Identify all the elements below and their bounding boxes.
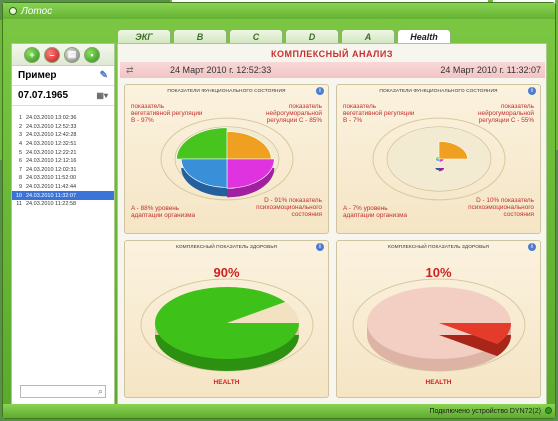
health-slice (155, 287, 299, 359)
session-date: 24.03.2010 12:42:28 (26, 132, 77, 139)
health-pie-chart (140, 278, 314, 372)
quadrant-a (180, 158, 228, 188)
quadrant-c (226, 131, 272, 160)
session-list-item[interactable]: 8 24.03.2010 11:52:00 (12, 174, 114, 183)
quadrant-pie-left (160, 117, 294, 201)
quadrant-d (226, 158, 275, 189)
print-icon[interactable]: ▤ (64, 46, 80, 63)
patient-panel: + – ▤ ▪ Пример ✎ 07.07.1965 ▦▾ 1 24.03.20… (11, 43, 115, 405)
patient-toolbar: + – ▤ ▪ (12, 44, 114, 66)
session-date: 24.03.2010 12:12:16 (26, 158, 77, 165)
page-title: КОМПЛЕКСНЫЙ АНАЛИЗ (271, 49, 393, 59)
session-number: 3 (18, 132, 22, 139)
functional-state-panel-right: ПОКАЗАТЕЛИ ФУНКЦИОНАЛЬНОГО СОСТОЯНИЯ i п… (336, 84, 541, 234)
session-number: 5 (18, 149, 22, 156)
health-index-panel-right: КОМПЛЕКСНЫЙ ПОКАЗАТЕЛЬ ЗДОРОВЬЯ i 10% HE… (336, 240, 541, 398)
status-bar: Подключено устройство DYN72(2) (3, 404, 555, 418)
main-window: Лотос ЭКГ B C D A Health + – ▤ ▪ Пример … (2, 2, 556, 419)
session-list-item[interactable]: 2 24.03.2010 12:52:33 (12, 123, 114, 132)
session-number: 10 (15, 192, 22, 199)
health-pie-left (140, 278, 314, 372)
session-number: 7 (18, 166, 22, 173)
save-icon[interactable]: ▪ (84, 46, 100, 63)
session-list-item[interactable]: 4 24.03.2010 12:32:51 (12, 140, 114, 149)
session-date: 24.03.2010 11:22:58 (26, 201, 77, 208)
session-date: 24.03.2010 12:02:31 (26, 166, 77, 173)
app-icon (9, 7, 17, 15)
window-title: Лотос (21, 5, 53, 17)
session-number: 2 (18, 123, 22, 130)
tab-health[interactable]: Health (397, 29, 451, 43)
quadrant-b (176, 127, 228, 160)
session-number: 1 (18, 115, 22, 122)
patient-selector[interactable]: Пример ✎ (12, 66, 114, 86)
device-status: Подключено устройство DYN72(2) (429, 407, 541, 415)
tab-b[interactable]: B (173, 29, 227, 43)
search-icon[interactable]: ⌕ (98, 386, 103, 397)
session-number: 8 (18, 175, 22, 182)
label-c: показатель нейрогуморальной регуляции C … (266, 103, 322, 124)
tab-d[interactable]: D (285, 29, 339, 43)
tab-bar: ЭКГ B C D A Health (117, 29, 453, 43)
session-date: 24.03.2010 12:52:33 (26, 123, 77, 130)
date-right: 24 Март 2010 г. 11:32:07 (440, 65, 541, 75)
health-index-panel-left: КОМПЛЕКСНЫЙ ПОКАЗАТЕЛЬ ЗДОРОВЬЯ i 90% HE… (124, 240, 329, 398)
session-date: 24.03.2010 11:32:07 (26, 192, 77, 199)
session-number: 9 (18, 184, 22, 191)
label-d: D - 91% показатель психоэмоционального с… (256, 197, 322, 218)
birth-date: 07.07.1965 (18, 90, 69, 101)
label-c: показатель нейрогуморальной регуляции C … (478, 103, 534, 124)
session-date-strip: ⇄ 24 Март 2010 г. 12:52:33 24 Март 2010 … (120, 62, 545, 78)
session-list: 1 24.03.2010 13:02:36 2 24.03.2010 12:52:33… (12, 114, 114, 274)
health-label: HEALTH (425, 379, 452, 386)
connection-indicator-icon (545, 407, 552, 414)
label-a: A - 7% уровень адаптации организма (343, 205, 408, 219)
session-list-item[interactable]: 1 24.03.2010 13:02:36 (12, 114, 114, 123)
session-list-item[interactable]: 10 24.03.2010 11:32:07 (12, 191, 114, 200)
complex-analysis-view: КОМПЛЕКСНЫЙ АНАЛИЗ ⇄ 24 Март 2010 г. 12:… (117, 43, 547, 405)
tab-a[interactable]: A (341, 29, 395, 43)
delete-icon[interactable]: – (44, 46, 60, 63)
tab-ekg[interactable]: ЭКГ (117, 29, 171, 43)
search-input[interactable]: ⌕ (20, 385, 106, 398)
compare-icon[interactable]: ⇄ (126, 65, 142, 76)
add-icon[interactable]: + (24, 46, 40, 63)
health-pie-chart (352, 278, 526, 372)
tab-c[interactable]: C (229, 29, 283, 43)
session-list-item[interactable]: 5 24.03.2010 12:22:21 (12, 148, 114, 157)
session-date: 24.03.2010 12:32:51 (26, 141, 77, 148)
session-list-item[interactable]: 7 24.03.2010 12:02:31 (12, 166, 114, 175)
label-b: показатель вегетативной регуляции B - 7% (343, 103, 415, 124)
title-bar[interactable]: Лотос (3, 3, 555, 19)
session-list-item[interactable]: 3 24.03.2010 12:42:28 (12, 131, 114, 140)
birth-date-field[interactable]: 07.07.1965 ▦▾ (12, 86, 114, 106)
health-label: HEALTH (213, 379, 240, 386)
label-d: D - 10% показатель психоэмоционального с… (468, 197, 534, 218)
label-b: показатель вегетативной регуляции B - 97… (131, 103, 203, 124)
health-pie-right (352, 278, 526, 372)
session-date: 24.03.2010 11:42:44 (26, 184, 77, 191)
session-number: 4 (18, 141, 22, 148)
session-number: 11 (16, 201, 22, 208)
edit-pencil-icon[interactable]: ✎ (100, 70, 108, 81)
date-left: 24 Март 2010 г. 12:52:33 (170, 65, 272, 75)
session-list-item[interactable]: 11 24.03.2010 11:22:58 (12, 200, 114, 209)
session-date: 24.03.2010 12:22:21 (26, 149, 77, 156)
session-list-item[interactable]: 6 24.03.2010 12:12:16 (12, 157, 114, 166)
patient-name: Пример (18, 70, 57, 81)
calendar-dropdown-icon[interactable]: ▦▾ (96, 91, 108, 100)
session-date: 24.03.2010 11:52:00 (26, 175, 77, 182)
session-list-item[interactable]: 9 24.03.2010 11:42:44 (12, 183, 114, 192)
session-date: 24.03.2010 13:02:36 (26, 115, 77, 122)
label-a: A - 88% уровень адаптации организма (131, 205, 196, 219)
functional-state-panel-left: ПОКАЗАТЕЛИ ФУНКЦИОНАЛЬНОГО СОСТОЯНИЯ i п… (124, 84, 329, 234)
session-number: 6 (18, 158, 22, 165)
quadrant-pie-right (372, 117, 506, 201)
